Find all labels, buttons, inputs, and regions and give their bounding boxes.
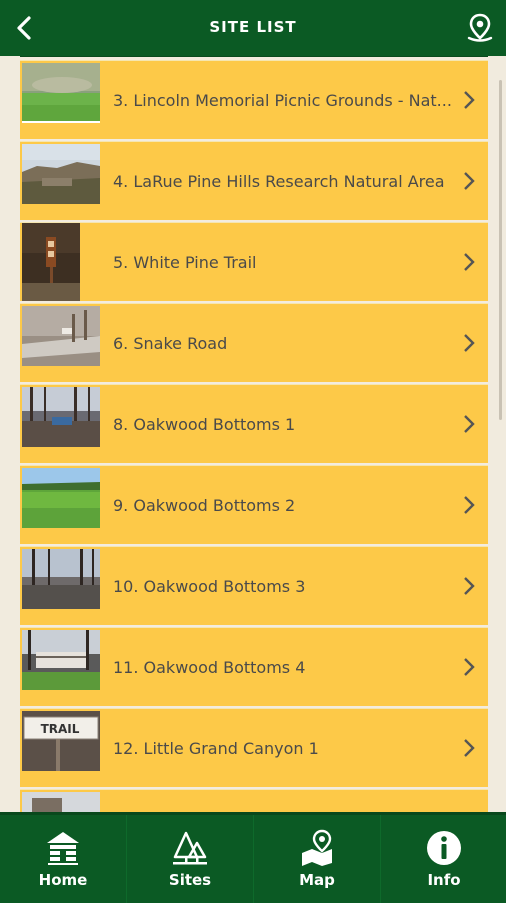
site-row-partial[interactable] [20,789,488,812]
chevron-right-icon [464,253,475,271]
chevron-right-icon [464,334,475,352]
chevron-right-icon [464,172,475,190]
site-list: 3. Lincoln Memorial Picnic Grounds - Nat… [20,60,488,812]
site-label: 11. Oakwood Bottoms 4 [113,658,306,677]
site-label: 6. Snake Road [113,334,228,353]
chevron-right-icon [464,658,475,676]
site-row[interactable]: 8. Oakwood Bottoms 1 [20,384,488,463]
chevron-right-icon [464,415,475,433]
nav-map[interactable]: Map [254,815,381,903]
site-thumbnail [22,306,100,366]
site-row[interactable]: 11. Oakwood Bottoms 4 [20,627,488,706]
scrollbar[interactable] [499,80,502,420]
site-label: 9. Oakwood Bottoms 2 [113,496,296,515]
nav-home[interactable]: Home [0,815,127,903]
location-pin-icon[interactable] [466,12,494,44]
site-row[interactable]: 10. Oakwood Bottoms 3 [20,546,488,625]
site-label: 10. Oakwood Bottoms 3 [113,577,306,596]
site-row[interactable]: 9. Oakwood Bottoms 2 [20,465,488,544]
site-label: 12. Little Grand Canyon 1 [113,739,319,758]
site-row[interactable]: TRAIL 12. Little Grand Canyon 1 [20,708,488,787]
bottom-navigation: Home Sites Map Info [0,812,506,903]
trees-icon [173,831,207,865]
site-thumbnail [22,223,80,301]
cabin-icon [47,832,79,865]
site-thumbnail: TRAIL [22,711,100,771]
nav-info[interactable]: Info [381,815,506,903]
trail-sign-text: TRAIL [41,722,80,736]
nav-info-label: Info [427,871,461,889]
site-thumbnail [22,387,100,447]
site-thumbnail [22,144,100,204]
top-app-bar: SITE LIST [0,0,506,57]
site-row[interactable]: 4. LaRue Pine Hills Research Natural Are… [20,141,488,220]
map-icon [302,829,332,866]
nav-home-label: Home [38,871,88,889]
nav-sites[interactable]: Sites [127,815,254,903]
info-icon [427,831,461,865]
chevron-right-icon [464,739,475,757]
chevron-right-icon [464,91,475,109]
site-thumbnail [22,549,100,609]
site-thumbnail [22,792,100,812]
site-label: 3. Lincoln Memorial Picnic Grounds - Nat… [113,91,452,110]
site-label: 4. LaRue Pine Hills Research Natural Are… [113,172,445,191]
site-thumbnail [22,63,100,123]
chevron-right-icon [464,577,475,595]
site-thumbnail [22,468,100,528]
site-label: 8. Oakwood Bottoms 1 [113,415,296,434]
site-row[interactable]: 5. White Pine Trail [20,222,488,301]
page-title: SITE LIST [209,18,297,36]
chevron-right-icon [464,496,475,514]
nav-map-label: Map [299,871,335,889]
topo-background-left [0,56,20,814]
site-row[interactable]: 3. Lincoln Memorial Picnic Grounds - Nat… [20,60,488,139]
nav-sites-label: Sites [168,871,212,889]
topo-background-right [488,56,506,814]
site-label: 5. White Pine Trail [113,253,257,272]
site-thumbnail [22,630,100,690]
site-row[interactable]: 6. Snake Road [20,303,488,382]
